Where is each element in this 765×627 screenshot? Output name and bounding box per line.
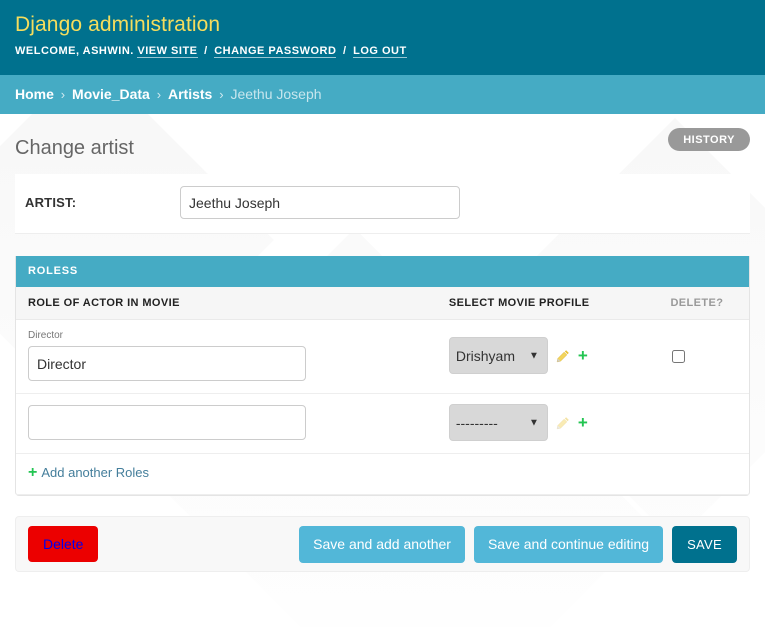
table-row: --------- ▼ + bbox=[16, 393, 749, 454]
breadcrumb: Home › Movie_Data › Artists › Jeethu Jos… bbox=[0, 75, 765, 114]
add-another-roles-link[interactable]: + Add another Roles bbox=[28, 464, 150, 481]
related-widget-wrapper: --------- ▼ + bbox=[448, 404, 671, 441]
role-input[interactable] bbox=[28, 405, 306, 440]
breadcrumb-separator: › bbox=[156, 87, 162, 102]
breadcrumb-artists[interactable]: Artists bbox=[168, 86, 212, 102]
breadcrumb-separator: › bbox=[219, 87, 224, 102]
artist-field-label: Artist: bbox=[25, 195, 77, 210]
role-input[interactable] bbox=[28, 346, 306, 381]
add-another-roles-label: Add another Roles bbox=[41, 465, 150, 480]
roless-table-body: Director Drishyam ▼ bbox=[16, 319, 749, 495]
save-and-continue-button[interactable]: Save and continue editing bbox=[473, 525, 664, 563]
breadcrumb-home[interactable]: Home bbox=[15, 86, 54, 102]
username-period: . bbox=[130, 45, 134, 57]
site-title[interactable]: Django administration bbox=[15, 12, 750, 38]
cell-role bbox=[16, 393, 437, 454]
cell-movie: Drishyam ▼ + bbox=[436, 319, 671, 394]
content-header: Change artist History bbox=[15, 114, 750, 174]
breadcrumb-movie-data[interactable]: Movie_Data bbox=[72, 86, 150, 102]
delete-button[interactable]: Delete bbox=[28, 526, 99, 562]
submit-row: Delete Save and add another Save and con… bbox=[15, 516, 750, 572]
plus-icon: + bbox=[28, 464, 38, 481]
roless-table-head: Role of actor in movie Select movie prof… bbox=[16, 287, 749, 320]
plus-icon[interactable]: + bbox=[578, 347, 588, 364]
cell-delete bbox=[670, 393, 749, 454]
cell-role: Director bbox=[16, 319, 437, 394]
user-tools-separator-1: / bbox=[204, 45, 208, 57]
row-original-label: Director bbox=[28, 330, 64, 341]
username: ASHWIN bbox=[82, 45, 131, 57]
user-tools: Welcome, ASHWIN. View site / Change pass… bbox=[15, 45, 750, 58]
roless-table: Role of actor in movie Select movie prof… bbox=[16, 287, 749, 495]
table-header-row: Role of actor in movie Select movie prof… bbox=[16, 287, 749, 320]
pencil-icon bbox=[556, 416, 570, 430]
save-and-add-another-button[interactable]: Save and add another bbox=[299, 525, 465, 563]
plus-icon[interactable]: + bbox=[578, 414, 588, 431]
cell-add-another: + Add another Roles bbox=[16, 453, 749, 495]
artist-form-module: Artist: bbox=[15, 174, 750, 234]
movie-select-wrapper: --------- ▼ bbox=[448, 404, 548, 441]
user-tools-separator-2: / bbox=[342, 45, 347, 57]
breadcrumb-current: Jeethu Joseph bbox=[230, 86, 322, 102]
content-area: Change artist History Artist: Roless bbox=[0, 114, 765, 572]
admin-page: Django administration Welcome, ASHWIN. V… bbox=[0, 0, 765, 627]
page-title: Change artist bbox=[15, 137, 134, 159]
form-row-artist: Artist: bbox=[15, 174, 750, 234]
pencil-icon[interactable] bbox=[556, 349, 570, 363]
save-button[interactable]: SAVE bbox=[672, 525, 737, 563]
branding: Django administration bbox=[15, 12, 750, 38]
welcome-text: Welcome, bbox=[15, 45, 80, 57]
submit-buttons-group: Save and add another Save and continue e… bbox=[299, 525, 737, 563]
related-widget-wrapper: Drishyam ▼ + bbox=[448, 337, 671, 374]
column-header-delete: Delete? bbox=[670, 287, 749, 320]
column-header-role: Role of actor in movie bbox=[16, 287, 437, 320]
movie-select-wrapper: Drishyam ▼ bbox=[448, 337, 548, 374]
log-out-link[interactable]: Log out bbox=[353, 45, 407, 58]
roless-inline-group: Roless Role of actor in movie Select mov… bbox=[15, 256, 750, 496]
movie-profile-select[interactable]: Drishyam bbox=[448, 337, 548, 374]
site-header: Django administration Welcome, ASHWIN. V… bbox=[0, 0, 765, 75]
column-header-movie: Select movie profile bbox=[436, 287, 671, 320]
view-site-link[interactable]: View site bbox=[137, 45, 198, 58]
history-button[interactable]: History bbox=[668, 128, 750, 151]
cell-delete bbox=[670, 319, 749, 394]
add-another-row: + Add another Roles bbox=[16, 453, 749, 495]
breadcrumb-separator: › bbox=[60, 87, 66, 102]
roless-inline-heading: Roless bbox=[16, 256, 749, 287]
movie-profile-select[interactable]: --------- bbox=[448, 404, 548, 441]
delete-checkbox[interactable] bbox=[672, 350, 686, 364]
table-row: Director Drishyam ▼ bbox=[16, 319, 749, 394]
change-password-link[interactable]: Change password bbox=[214, 45, 337, 58]
cell-movie: --------- ▼ + bbox=[436, 393, 671, 454]
artist-name-input[interactable] bbox=[180, 186, 460, 219]
